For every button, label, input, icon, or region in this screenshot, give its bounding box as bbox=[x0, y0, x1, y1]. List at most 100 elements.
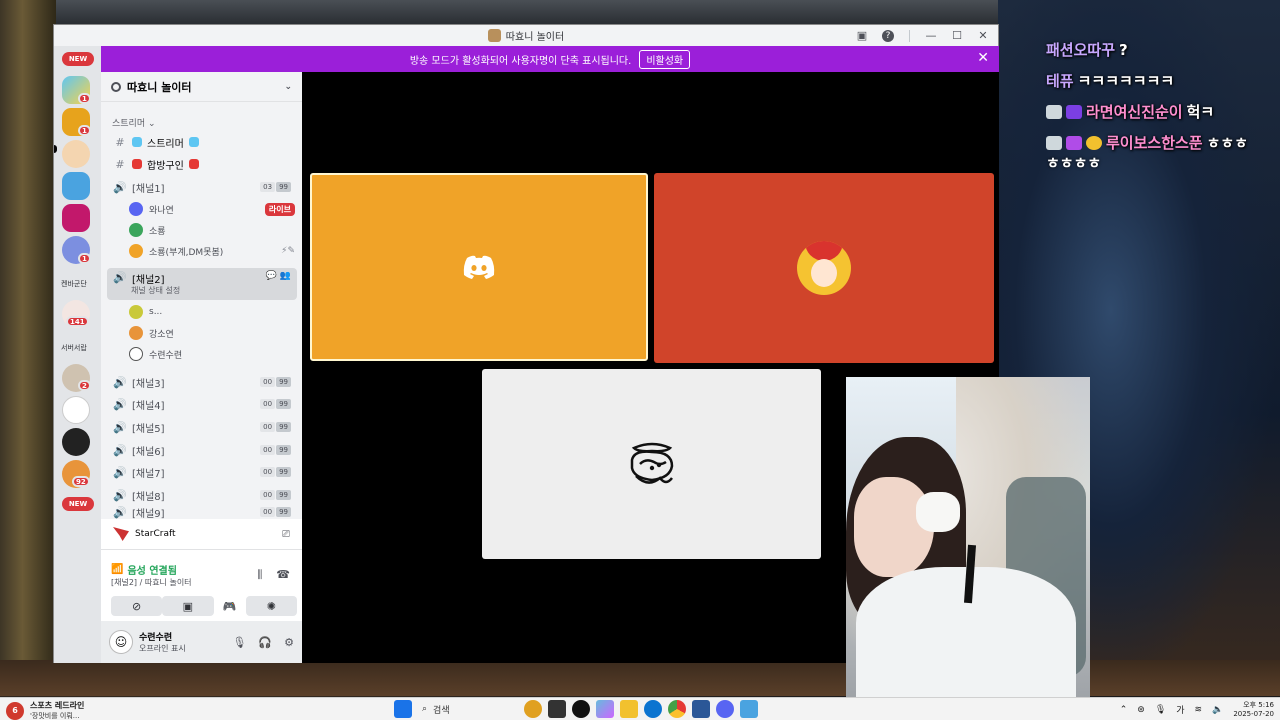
app-icon[interactable] bbox=[740, 700, 758, 718]
voice-user[interactable]: 강소연 bbox=[129, 323, 295, 343]
disable-streamer-mode-button[interactable]: 비활성화 bbox=[639, 49, 691, 69]
voice-user[interactable]: 소룡(부계,DM못봄) ⚡✎ bbox=[129, 241, 295, 261]
voice-user[interactable]: s... bbox=[129, 302, 295, 322]
voice-channel-name[interactable]: [채널2] / 따효니 놀이터 bbox=[111, 577, 192, 588]
news-widget[interactable]: 6 스포츠 레드라인 '장맛비를 이뤄... bbox=[6, 700, 84, 720]
emoji-icon bbox=[188, 159, 199, 169]
user-count: 00 99 bbox=[260, 490, 291, 500]
task-view-icon[interactable] bbox=[548, 700, 566, 718]
server-label[interactable]: 켄바군단 bbox=[61, 279, 87, 289]
live-badge: 라이브 bbox=[264, 202, 295, 216]
disconnect-icon[interactable]: ☎ bbox=[276, 568, 290, 582]
avatar[interactable]: ☺ bbox=[109, 630, 133, 654]
voice-channel-2[interactable]: 🔊 [채널2] 채널 상태 설정 💬 👥 bbox=[107, 268, 297, 300]
streamer-mode-banner: 방송 모드가 활성화되어 사용자명이 단축 표시됩니다. 비활성화 ✕ bbox=[101, 46, 999, 72]
microphone-icon[interactable]: 🎙 bbox=[232, 636, 246, 649]
maximize-button[interactable]: ☐ bbox=[946, 25, 968, 46]
participant-tile[interactable] bbox=[482, 369, 821, 559]
window-titlebar[interactable]: 따효니 놀이터 ▣ ? — ☐ ✕ bbox=[54, 25, 998, 46]
server-icon[interactable] bbox=[62, 428, 90, 456]
volume-icon[interactable]: 🔈 bbox=[1212, 705, 1223, 715]
discord-icon[interactable] bbox=[716, 700, 734, 718]
channel-status-setting[interactable]: 채널 상태 설정 bbox=[131, 285, 180, 296]
edge-icon[interactable] bbox=[644, 700, 662, 718]
voice-user[interactable]: 수련수련 bbox=[129, 344, 295, 364]
speaker-icon: 🔊 bbox=[113, 375, 127, 389]
participant-tile[interactable] bbox=[310, 173, 648, 361]
avatar bbox=[129, 202, 143, 216]
game-activity[interactable]: StarCraft ⎚ bbox=[101, 519, 302, 549]
screen-share-icon[interactable]: ⎚ bbox=[282, 529, 290, 540]
clock[interactable]: 오후 5:16 2025-07-20 bbox=[1233, 701, 1274, 719]
screen-share-button[interactable]: ▣ bbox=[162, 596, 214, 616]
chat-username: 라면여신진순이 bbox=[1086, 103, 1183, 121]
windows-start-icon[interactable] bbox=[394, 700, 412, 718]
user-name: 소룡(부계,DM못봄) bbox=[149, 247, 224, 258]
voice-channel-1[interactable]: 🔊 [채널1] 03 99 bbox=[107, 176, 297, 198]
user-name: 수련수련 bbox=[149, 350, 183, 361]
voice-channel-5[interactable]: 🔊 [채널5] 00 99 bbox=[107, 416, 297, 438]
gear-icon[interactable]: ⚙ bbox=[284, 636, 294, 649]
game-ui-left-frame bbox=[0, 0, 56, 690]
store-icon[interactable] bbox=[692, 700, 710, 718]
avatar bbox=[129, 223, 143, 237]
chat-bubble-icon[interactable]: 💬 👥 bbox=[266, 271, 291, 281]
voice-channel-9[interactable]: 🔊 [채널9] 00 99 bbox=[107, 505, 297, 519]
news-badge-icon: 6 bbox=[6, 701, 24, 720]
server-icon[interactable] bbox=[62, 140, 90, 168]
server-icon[interactable] bbox=[62, 204, 90, 232]
avatar bbox=[129, 305, 143, 319]
server-label[interactable]: 서버서랍 bbox=[61, 343, 87, 353]
chevron-up-icon[interactable]: ⌃ bbox=[1120, 705, 1128, 715]
app-icon[interactable] bbox=[572, 700, 590, 718]
text-channel-streamer[interactable]: # 스트리머 bbox=[107, 131, 297, 153]
server-icon[interactable] bbox=[62, 396, 90, 424]
participant-tile[interactable] bbox=[654, 173, 994, 363]
banner-text: 방송 모드가 활성화되어 사용자명이 단축 표시됩니다. bbox=[409, 55, 632, 67]
guild-header[interactable]: 따효니 놀이터 ⌄ bbox=[101, 72, 302, 102]
chat-text: ㅋㅋㅋㅋㅋㅋㅋ bbox=[1077, 72, 1175, 90]
headphones-icon[interactable]: 🎧 bbox=[258, 636, 272, 649]
user-count: 00 99 bbox=[260, 377, 291, 387]
wifi-icon[interactable]: ≋ bbox=[1195, 705, 1203, 715]
notification-badge: 1 bbox=[78, 93, 91, 104]
camera-off-button[interactable]: ⊘ bbox=[111, 596, 163, 616]
user-name: 와나연 bbox=[149, 205, 174, 216]
emoji-icon bbox=[132, 137, 142, 147]
window-controls: ▣ ? — ☐ ✕ bbox=[851, 25, 994, 46]
time: 오후 5:16 bbox=[1243, 700, 1274, 709]
user-info[interactable]: 수련수련 오프라인 표시 bbox=[139, 630, 186, 654]
search-label: 검색 bbox=[433, 705, 450, 716]
voice-channel-6[interactable]: 🔊 [채널6] 00 99 bbox=[107, 439, 297, 461]
inbox-icon[interactable]: ▣ bbox=[851, 25, 873, 46]
voice-user[interactable]: 소룡 bbox=[129, 220, 295, 240]
text-channel-collab[interactable]: # 합방구인 bbox=[107, 153, 297, 175]
network-icon[interactable]: ⊛ bbox=[1137, 705, 1145, 715]
weather-icon[interactable] bbox=[524, 700, 542, 718]
notification-badge: 2 bbox=[78, 380, 91, 391]
voice-channel-4[interactable]: 🔊 [채널4] 00 99 bbox=[107, 393, 297, 415]
close-button[interactable]: ✕ bbox=[972, 25, 994, 46]
chrome-icon[interactable] bbox=[668, 700, 686, 718]
noise-suppression-icon[interactable]: ⫼ bbox=[257, 568, 262, 582]
microphone-icon[interactable]: 🎙 bbox=[1155, 705, 1166, 715]
ime-indicator[interactable]: 가 bbox=[1176, 703, 1184, 716]
voice-status[interactable]: 📶 음성 연결됨 bbox=[111, 562, 177, 577]
category-header[interactable]: 스트리머 ⌄ bbox=[112, 116, 156, 129]
voice-user[interactable]: 와나연 라이브 bbox=[129, 199, 295, 219]
activity-button[interactable]: 🎮 bbox=[214, 596, 246, 616]
soundboard-button[interactable]: ✺ bbox=[245, 596, 298, 616]
close-icon[interactable]: ✕ bbox=[977, 50, 989, 66]
file-explorer-icon[interactable] bbox=[620, 700, 638, 718]
avatar bbox=[129, 326, 143, 340]
minimize-button[interactable]: — bbox=[920, 25, 942, 46]
server-icon[interactable] bbox=[62, 172, 90, 200]
copilot-icon[interactable] bbox=[596, 700, 614, 718]
taskbar-search[interactable]: ⌕ 검색 bbox=[418, 700, 518, 718]
voice-channel-3[interactable]: 🔊 [채널3] 00 99 bbox=[107, 371, 297, 393]
voice-channel-8[interactable]: 🔊 [채널8] 00 99 bbox=[107, 484, 297, 506]
voice-channel-7[interactable]: 🔊 [채널7] 00 99 bbox=[107, 461, 297, 483]
help-icon[interactable]: ? bbox=[877, 25, 899, 46]
chat-username: 패션오따꾸 bbox=[1046, 41, 1116, 59]
news-title: 스포츠 레드라인 bbox=[30, 701, 85, 710]
